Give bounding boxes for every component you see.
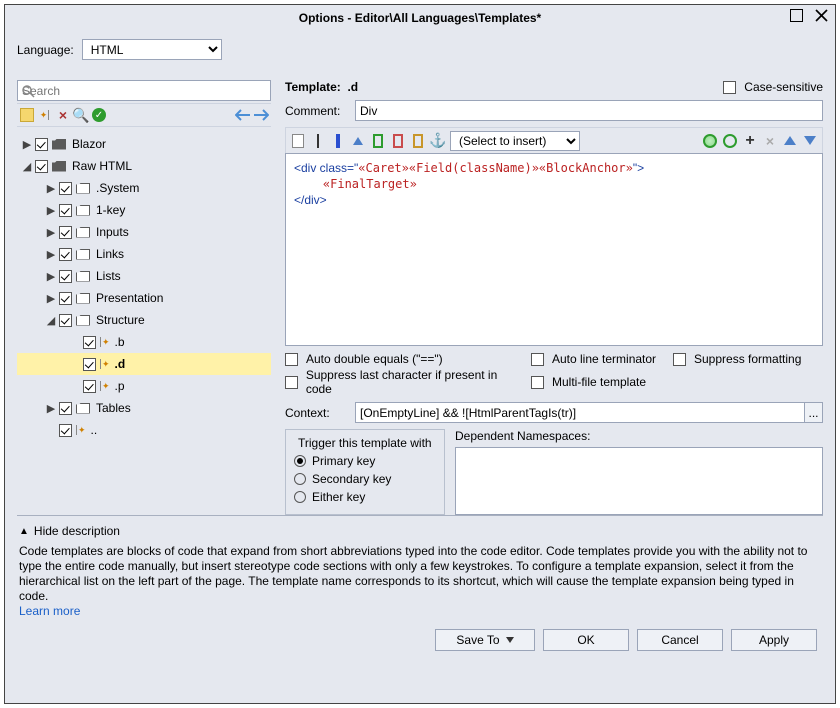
collapse-icon: ▲ [19,526,29,537]
code-editor[interactable]: <div class="«Caret»«Field(className)»«Bl… [285,153,823,346]
ok-button[interactable]: OK [543,629,629,651]
template-label: Template: .d [285,80,358,94]
brace1-icon[interactable] [370,133,386,149]
marker-icon[interactable] [350,133,366,149]
tree-node-tables[interactable]: ▶Tables [17,397,271,419]
folder-icon [52,139,66,150]
movedown-icon[interactable] [802,133,818,149]
window-title: Options - Editor\All Languages\Templates… [299,11,541,25]
case-sensitive-label: Case-sensitive [744,80,823,94]
tree-node-presentation[interactable]: ▶Presentation [17,287,271,309]
insert-select[interactable]: (Select to insert) [450,131,580,151]
folder-icon [76,183,90,194]
find-icon[interactable]: 🔍 [73,107,89,123]
apply-button[interactable]: Apply [731,629,817,651]
toggle-description[interactable]: ▲Hide description [19,524,821,538]
cb-multifile[interactable] [531,376,544,389]
search-input[interactable] [17,80,271,101]
tree-node-structure[interactable]: ◢Structure [17,309,271,331]
cb-autolt[interactable] [531,353,544,366]
record-icon[interactable] [702,133,718,149]
moveup-icon[interactable] [782,133,798,149]
language-select[interactable]: HTML [82,39,222,60]
learn-more-link[interactable]: Learn more [19,604,80,618]
radio-either[interactable]: Either key [294,490,436,504]
cb-autodbl[interactable] [285,353,298,366]
description-text: Code templates are blocks of code that e… [19,544,821,604]
template-icon: ✦ [100,337,110,348]
trigger-fieldset: Trigger this template with Primary key S… [285,429,445,515]
cancel-button[interactable]: Cancel [637,629,723,651]
radio-primary[interactable]: Primary key [294,454,436,468]
add-icon[interactable]: + [742,133,758,149]
template-icon: ✦ [100,359,110,370]
play-icon[interactable] [722,133,738,149]
dependent-label: Dependent Namespaces: [455,429,823,443]
maximize-icon[interactable] [790,9,803,22]
comment-label: Comment: [285,104,355,118]
cb-suppressfmt[interactable] [673,353,686,366]
caret-icon[interactable] [310,133,326,149]
tree-node-lists[interactable]: ▶Lists [17,265,271,287]
close-icon[interactable] [815,9,829,23]
case-sensitive-checkbox[interactable] [723,81,736,94]
page-icon[interactable] [290,133,306,149]
anchor-icon[interactable]: ⚓ [430,133,446,149]
context-label: Context: [285,406,355,420]
commit-icon[interactable]: ✓ [91,107,107,123]
tree-node-system[interactable]: ▶.System [17,177,271,199]
titlebar: Options - Editor\All Languages\Templates… [5,5,835,31]
new-template-icon[interactable]: ✦ [37,107,53,123]
template-icon: ✦ [100,381,110,392]
cb-suppresslast[interactable] [285,376,298,389]
tree-node-links[interactable]: ▶Links [17,243,271,265]
tree-leaf-p[interactable]: ✦.p [17,375,271,397]
brace3-icon[interactable] [410,133,426,149]
dropdown-icon [506,637,514,643]
saveto-button[interactable]: Save To [435,629,535,651]
tree-leaf-dots[interactable]: ✦.. [17,419,271,441]
tree-node-1key[interactable]: ▶1-key [17,199,271,221]
tree-node-blazor[interactable]: ▶Blazor [17,133,271,155]
forward-icon[interactable] [253,107,269,123]
search-icon [21,84,35,98]
context-input[interactable] [355,402,823,423]
open-folder-icon[interactable] [19,107,35,123]
comment-input[interactable] [355,100,823,121]
back-icon[interactable] [235,107,251,123]
editor-toolbar: ⚓ (Select to insert) + × [285,127,823,153]
template-tree[interactable]: ▶Blazor ◢Raw HTML ▶.System ▶1-key ▶Input… [17,127,271,515]
delete-icon[interactable]: × [55,107,71,123]
tree-leaf-d[interactable]: ✦.d [17,353,271,375]
remove-icon[interactable]: × [762,133,778,149]
tree-node-inputs[interactable]: ▶Inputs [17,221,271,243]
trigger-legend: Trigger this template with [294,436,436,450]
dependent-listbox[interactable] [455,447,823,515]
context-browse-button[interactable]: ... [804,403,822,422]
tree-node-rawhtml[interactable]: ◢Raw HTML [17,155,271,177]
brace2-icon[interactable] [390,133,406,149]
tree-toolbar: ✦ × 🔍 ✓ [17,103,271,127]
tree-leaf-b[interactable]: ✦.b [17,331,271,353]
caret2-icon[interactable] [330,133,346,149]
language-label: Language: [17,43,74,57]
folder-icon [52,161,66,172]
checkbox[interactable] [35,138,48,151]
radio-secondary[interactable]: Secondary key [294,472,436,486]
template-icon: ✦ [76,425,86,436]
